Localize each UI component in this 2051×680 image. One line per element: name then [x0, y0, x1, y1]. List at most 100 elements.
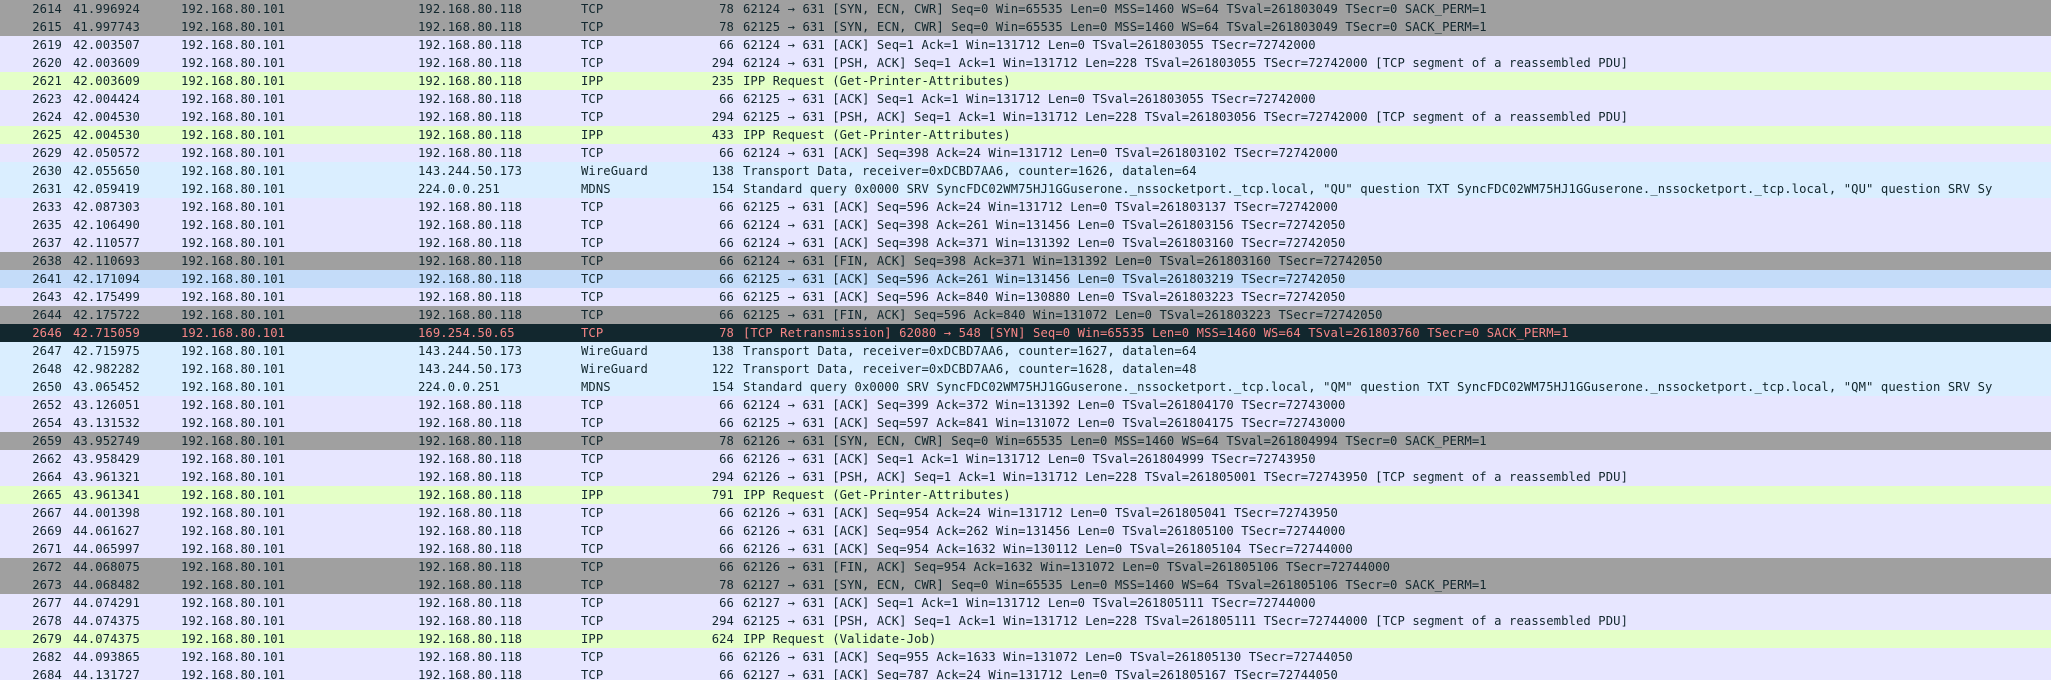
- packet-info: 62124 → 631 [ACK] Seq=399 Ack=372 Win=13…: [743, 398, 1346, 412]
- packet-row[interactable]: 2677 44.074291 192.168.80.101 192.168.80.11…: [0, 594, 2051, 612]
- packet-row[interactable]: 2673 44.068482 192.168.80.101 192.168.80.11…: [0, 576, 2051, 594]
- packet-row[interactable]: 2672 44.068075 192.168.80.101 192.168.80.11…: [0, 558, 2051, 576]
- packet-row[interactable]: 2623 42.004424 192.168.80.101 192.168.80.11…: [0, 90, 2051, 108]
- packet-row[interactable]: 2644 42.175722 192.168.80.101 192.168.80.11…: [0, 306, 2051, 324]
- packet-protocol: TCP: [581, 560, 604, 574]
- packet-protocol: TCP: [581, 614, 604, 628]
- packet-row[interactable]: 2629 42.050572 192.168.80.101 192.168.80.11…: [0, 144, 2051, 162]
- packet-destination: 192.168.80.118: [418, 596, 523, 610]
- packet-length: 66: [719, 254, 734, 268]
- packet-row[interactable]: 2684 44.131727 192.168.80.101 192.168.80.11…: [0, 666, 2051, 680]
- packet-protocol: TCP: [581, 398, 604, 412]
- packet-info: IPP Request (Get-Printer-Attributes): [743, 488, 1011, 502]
- packet-number: 2673: [32, 578, 62, 592]
- packet-row[interactable]: 2615 41.997743 192.168.80.101 192.168.80.11…: [0, 18, 2051, 36]
- packet-row[interactable]: 2678 44.074375 192.168.80.101 192.168.80.11…: [0, 612, 2051, 630]
- packet-source: 192.168.80.101: [181, 632, 286, 646]
- packet-row[interactable]: 2682 44.093865 192.168.80.101 192.168.80.11…: [0, 648, 2051, 666]
- packet-protocol: TCP: [581, 92, 604, 106]
- packet-time: 41.997743: [73, 20, 140, 34]
- packet-info: IPP Request (Validate-Job): [743, 632, 937, 646]
- packet-row[interactable]: 2665 43.961341 192.168.80.101 192.168.80.11…: [0, 486, 2051, 504]
- packet-row[interactable]: 2659 43.952749 192.168.80.101 192.168.80.11…: [0, 432, 2051, 450]
- packet-length: 154: [711, 380, 734, 394]
- packet-row[interactable]: 2619 42.003507 192.168.80.101 192.168.80.11…: [0, 36, 2051, 54]
- packet-destination: 143.244.50.173: [418, 164, 523, 178]
- packet-length: 66: [719, 560, 734, 574]
- packet-source: 192.168.80.101: [181, 200, 286, 214]
- packet-row[interactable]: 2654 43.131532 192.168.80.101 192.168.80.11…: [0, 414, 2051, 432]
- packet-destination: 224.0.0.251: [418, 182, 500, 196]
- packet-row[interactable]: 2652 43.126051 192.168.80.101 192.168.80.11…: [0, 396, 2051, 414]
- packet-source: 192.168.80.101: [181, 272, 286, 286]
- packet-list[interactable]: 2614 41.996924 192.168.80.101 192.168.80.11…: [0, 0, 2051, 680]
- packet-time: 44.131727: [73, 668, 140, 680]
- packet-protocol: TCP: [581, 20, 604, 34]
- packet-row[interactable]: 2635 42.106490 192.168.80.101 192.168.80.11…: [0, 216, 2051, 234]
- packet-row[interactable]: 2643 42.175499 192.168.80.101 192.168.80.11…: [0, 288, 2051, 306]
- packet-source: 192.168.80.101: [181, 578, 286, 592]
- packet-protocol: TCP: [581, 2, 604, 16]
- packet-source: 192.168.80.101: [181, 308, 286, 322]
- packet-row[interactable]: 2641 42.171094 192.168.80.101 192.168.80.11…: [0, 270, 2051, 288]
- packet-row[interactable]: 2625 42.004530 192.168.80.101 192.168.80.11…: [0, 126, 2051, 144]
- packet-info: 62124 → 631 [ACK] Seq=1 Ack=1 Win=131712…: [743, 38, 1316, 52]
- packet-number: 2644: [32, 308, 62, 322]
- packet-row[interactable]: 2664 43.961321 192.168.80.101 192.168.80.11…: [0, 468, 2051, 486]
- packet-length: 66: [719, 596, 734, 610]
- packet-info: IPP Request (Get-Printer-Attributes): [743, 74, 1011, 88]
- packet-row[interactable]: 2648 42.982282 192.168.80.101 143.244.50.17…: [0, 360, 2051, 378]
- packet-destination: 192.168.80.118: [418, 236, 523, 250]
- packet-source: 192.168.80.101: [181, 236, 286, 250]
- packet-row[interactable]: 2671 44.065997 192.168.80.101 192.168.80.11…: [0, 540, 2051, 558]
- packet-number: 2659: [32, 434, 62, 448]
- packet-number: 2682: [32, 650, 62, 664]
- packet-info: 62124 → 631 [PSH, ACK] Seq=1 Ack=1 Win=1…: [743, 56, 1629, 70]
- packet-number: 2669: [32, 524, 62, 538]
- packet-row[interactable]: 2679 44.074375 192.168.80.101 192.168.80.11…: [0, 630, 2051, 648]
- packet-destination: 192.168.80.118: [418, 398, 523, 412]
- packet-time: 42.175499: [73, 290, 140, 304]
- packet-row[interactable]: 2614 41.996924 192.168.80.101 192.168.80.11…: [0, 0, 2051, 18]
- packet-length: 154: [711, 182, 734, 196]
- packet-length: 624: [711, 632, 734, 646]
- packet-row[interactable]: 2646 42.715059 192.168.80.101 169.254.50.65…: [0, 324, 2051, 342]
- packet-row[interactable]: 2621 42.003609 192.168.80.101 192.168.80.11…: [0, 72, 2051, 90]
- packet-info: 62124 → 631 [ACK] Seq=398 Ack=371 Win=13…: [743, 236, 1346, 250]
- packet-row[interactable]: 2630 42.055650 192.168.80.101 143.244.50.17…: [0, 162, 2051, 180]
- packet-destination: 192.168.80.118: [418, 92, 523, 106]
- packet-protocol: TCP: [581, 596, 604, 610]
- packet-destination: 192.168.80.118: [418, 74, 523, 88]
- packet-number: 2654: [32, 416, 62, 430]
- packet-row[interactable]: 2631 42.059419 192.168.80.101 224.0.0.251 MD…: [0, 180, 2051, 198]
- packet-row[interactable]: 2638 42.110693 192.168.80.101 192.168.80.11…: [0, 252, 2051, 270]
- packet-row[interactable]: 2647 42.715975 192.168.80.101 143.244.50.17…: [0, 342, 2051, 360]
- packet-info: 62126 → 631 [ACK] Seq=954 Ack=24 Win=131…: [743, 506, 1338, 520]
- packet-time: 43.961341: [73, 488, 140, 502]
- packet-info: 62124 → 631 [FIN, ACK] Seq=398 Ack=371 W…: [743, 254, 1383, 268]
- packet-time: 42.110577: [73, 236, 140, 250]
- packet-destination: 192.168.80.118: [418, 2, 523, 16]
- packet-length: 66: [719, 146, 734, 160]
- packet-protocol: TCP: [581, 146, 604, 160]
- packet-number: 2647: [32, 344, 62, 358]
- packet-destination: 192.168.80.118: [418, 218, 523, 232]
- packet-time: 42.110693: [73, 254, 140, 268]
- packet-source: 192.168.80.101: [181, 146, 286, 160]
- packet-time: 42.004530: [73, 128, 140, 142]
- packet-time: 42.982282: [73, 362, 140, 376]
- packet-time: 42.004424: [73, 92, 140, 106]
- packet-row[interactable]: 2620 42.003609 192.168.80.101 192.168.80.11…: [0, 54, 2051, 72]
- packet-protocol: MDNS: [581, 380, 611, 394]
- packet-source: 192.168.80.101: [181, 560, 286, 574]
- packet-row[interactable]: 2669 44.061627 192.168.80.101 192.168.80.11…: [0, 522, 2051, 540]
- packet-length: 66: [719, 200, 734, 214]
- packet-protocol: IPP: [581, 488, 604, 502]
- packet-row[interactable]: 2662 43.958429 192.168.80.101 192.168.80.11…: [0, 450, 2051, 468]
- packet-row[interactable]: 2633 42.087303 192.168.80.101 192.168.80.11…: [0, 198, 2051, 216]
- packet-row[interactable]: 2624 42.004530 192.168.80.101 192.168.80.11…: [0, 108, 2051, 126]
- packet-number: 2667: [32, 506, 62, 520]
- packet-row[interactable]: 2637 42.110577 192.168.80.101 192.168.80.11…: [0, 234, 2051, 252]
- packet-row[interactable]: 2650 43.065452 192.168.80.101 224.0.0.251 MD…: [0, 378, 2051, 396]
- packet-row[interactable]: 2667 44.001398 192.168.80.101 192.168.80.11…: [0, 504, 2051, 522]
